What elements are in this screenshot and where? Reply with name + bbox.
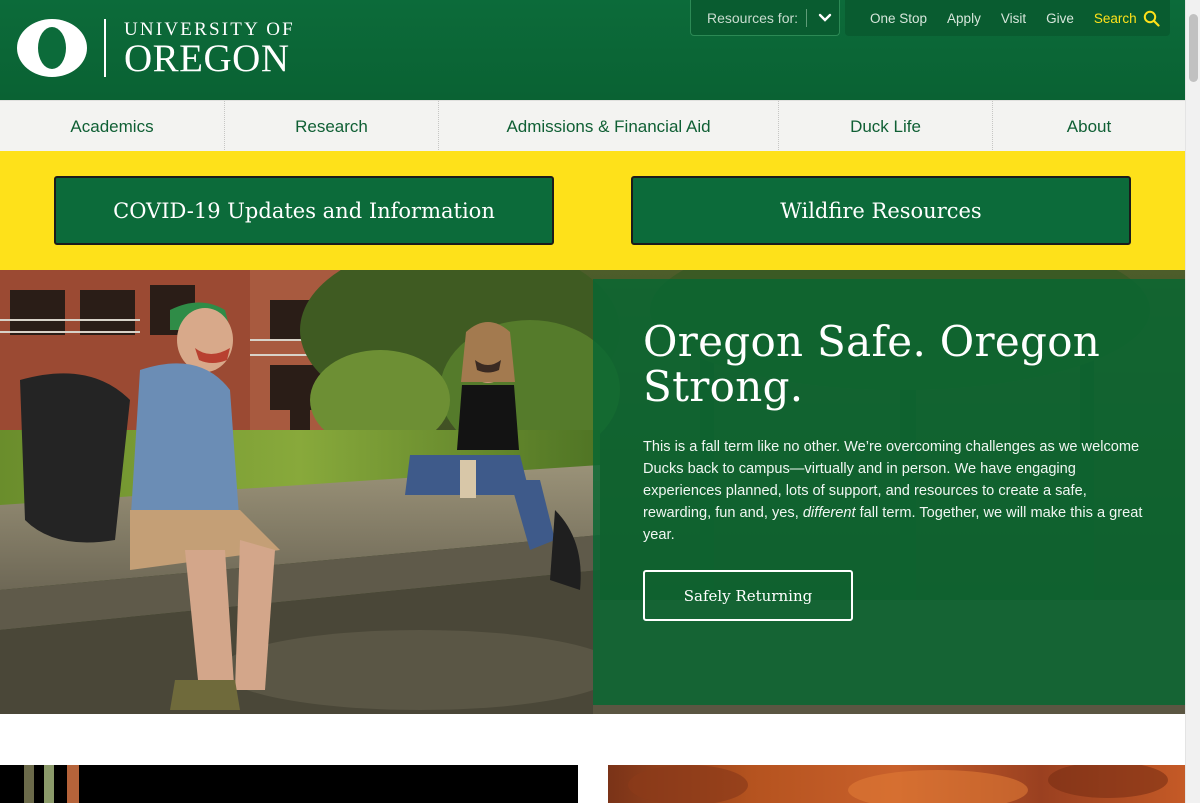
site-header: UNIVERSITY OF OREGON Resources for: One … xyxy=(0,0,1185,100)
hero-title: Oregon Safe. Oregon Strong. xyxy=(643,317,1101,411)
hero-body: This is a fall term like no other. We’re… xyxy=(643,436,1143,546)
university-logo[interactable]: UNIVERSITY OF OREGON xyxy=(16,18,295,78)
resources-separator xyxy=(806,8,808,27)
resources-for-dropdown[interactable]: Resources for: xyxy=(690,0,840,36)
nav-item-duck-life[interactable]: Duck Life xyxy=(779,101,993,152)
page: UNIVERSITY OF OREGON Resources for: One … xyxy=(0,0,1185,803)
search-label: Search xyxy=(1093,10,1137,26)
resources-for-label: Resources for: xyxy=(707,9,799,26)
chevron-down-icon xyxy=(817,10,833,26)
nav-item-admissions[interactable]: Admissions & Financial Aid xyxy=(439,101,779,152)
nav-item-about[interactable]: About xyxy=(993,101,1185,152)
logo-divider xyxy=(104,19,106,77)
nav-item-academics[interactable]: Academics xyxy=(0,101,225,152)
search-button[interactable]: Search xyxy=(1094,10,1160,27)
logo-wordmark: UNIVERSITY OF OREGON xyxy=(124,19,295,80)
hero-text-panel: Oregon Safe. Oregon Strong. This is a fa… xyxy=(593,279,1185,705)
search-icon xyxy=(1143,10,1160,27)
o-logo-icon xyxy=(17,19,87,77)
alert-banner: COVID-19 Updates and Information Wildfir… xyxy=(0,151,1185,270)
logo-line-oregon: OREGON xyxy=(124,37,290,80)
feature-card-left[interactable] xyxy=(0,765,578,803)
utility-link-visit[interactable]: Visit xyxy=(1001,11,1026,26)
scrollbar-thumb[interactable] xyxy=(1189,14,1198,82)
utility-link-one-stop[interactable]: One Stop xyxy=(870,11,927,26)
main-navigation: Academics Research Admissions & Financia… xyxy=(0,100,1185,152)
feature-card-left-image xyxy=(0,765,578,803)
utility-links: One Stop Apply Visit Give Search xyxy=(845,0,1170,36)
wildfire-resources-button[interactable]: Wildfire Resources xyxy=(631,176,1131,245)
feature-card-right[interactable] xyxy=(608,765,1185,803)
page-scrollbar[interactable] xyxy=(1185,0,1200,803)
safely-returning-button[interactable]: Safely Returning xyxy=(643,570,853,621)
hero-section: Oregon Safe. Oregon Strong. This is a fa… xyxy=(0,270,1185,714)
utility-link-give[interactable]: Give xyxy=(1046,11,1074,26)
hero-body-emphasis: different xyxy=(802,505,856,521)
nav-item-research[interactable]: Research xyxy=(225,101,439,152)
covid-updates-button[interactable]: COVID-19 Updates and Information xyxy=(54,176,554,245)
feature-card-right-image xyxy=(628,765,1168,803)
utility-link-apply[interactable]: Apply xyxy=(947,11,981,26)
